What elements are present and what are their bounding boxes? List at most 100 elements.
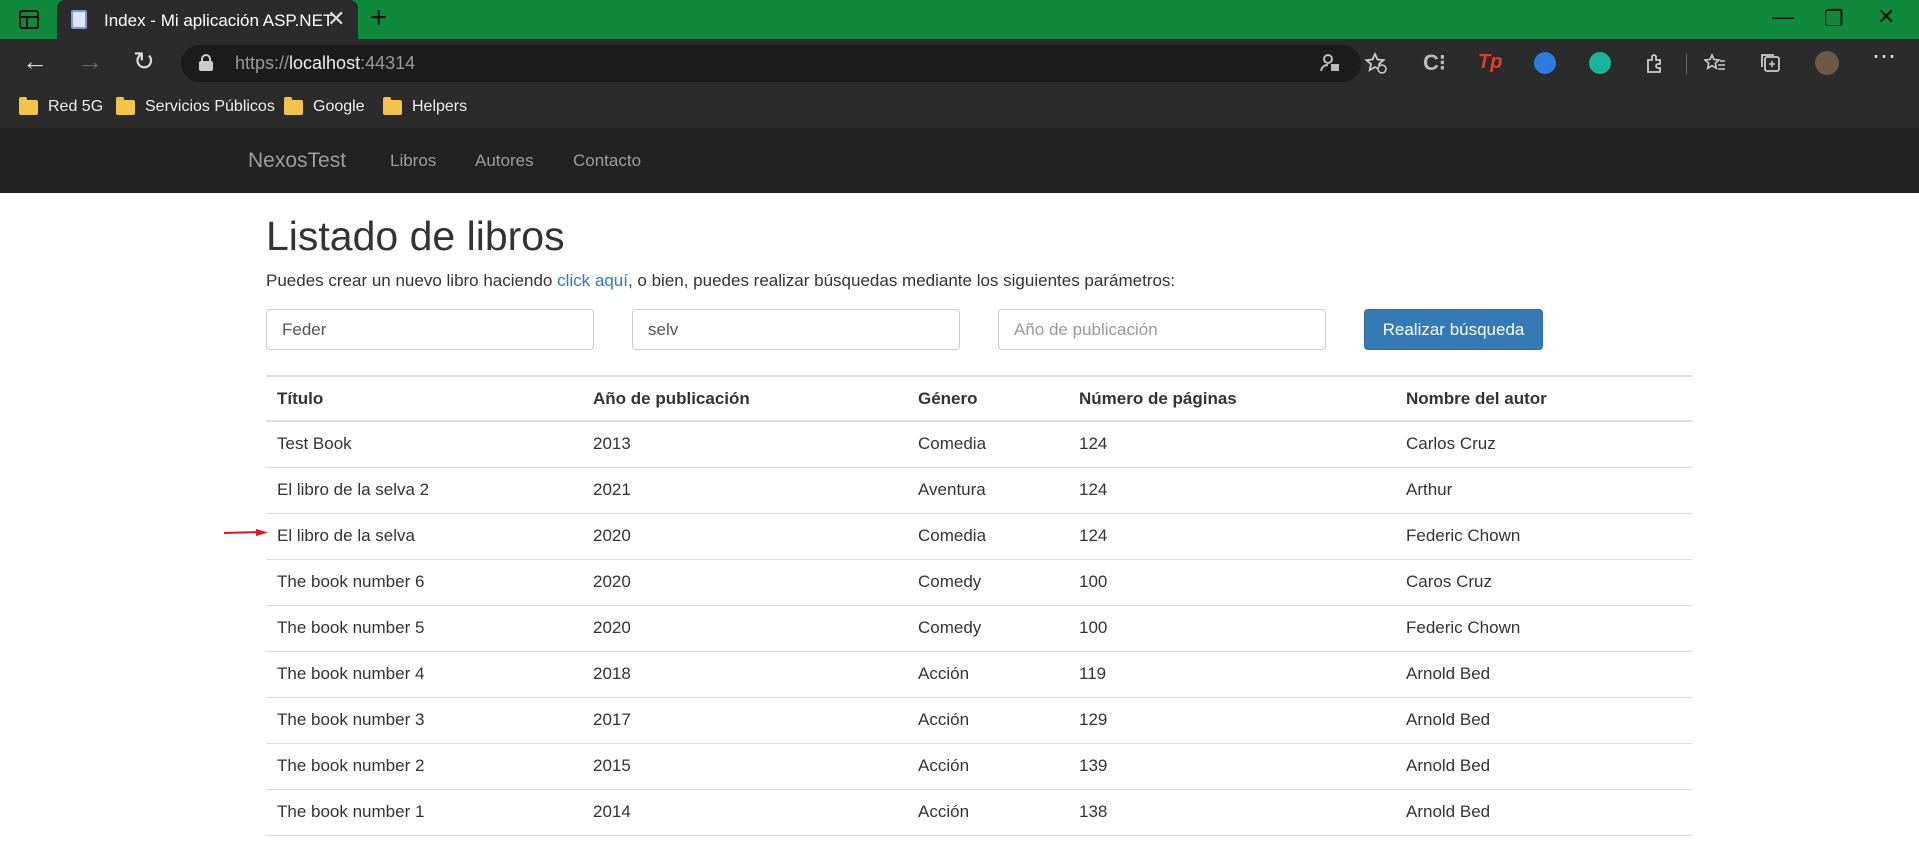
toolbar-divider (1686, 54, 1687, 74)
cell-genre: Acción (907, 651, 1068, 698)
annotation-arrow-icon (224, 529, 268, 536)
cell-author: Arnold Bed (1395, 789, 1692, 836)
cell-genre: Comedy (907, 605, 1068, 652)
cell-pages: 100 (1068, 559, 1395, 606)
more-options-icon[interactable]: ⋯ (1872, 45, 1896, 69)
url-text[interactable]: https://localhost:44314 (235, 53, 415, 74)
create-book-link[interactable]: click aquí (557, 271, 628, 290)
close-window-icon[interactable]: ✕ (1877, 4, 1895, 30)
page-favicon-icon (71, 10, 87, 29)
table-row: The book number 1 2014 Acción 138 Arnold… (266, 789, 1692, 836)
browser-title-bar: Index - Mi aplicación ASP.NET ✕ + — ❐ ✕ (0, 0, 1919, 39)
cell-genre: Aventura (907, 467, 1068, 514)
folder-icon (116, 96, 135, 115)
new-tab-icon[interactable]: + (370, 3, 388, 33)
intro-text: Puedes crear un nuevo libro haciendo cli… (266, 271, 1176, 290)
cell-genre: Comedia (907, 513, 1068, 560)
cell-genre: Comedy (907, 559, 1068, 606)
profile-avatar[interactable] (1815, 51, 1839, 75)
table-row: El libro de la selva 2 2021 Aventura 124… (266, 467, 1692, 514)
extension-c-icon[interactable]: C⁝ (1423, 50, 1446, 75)
cell-year: 2020 (582, 513, 907, 560)
back-icon[interactable]: ← (22, 48, 48, 74)
cell-year: 2013 (582, 421, 907, 468)
nav-contacto[interactable]: Contacto (573, 151, 641, 171)
add-favorite-icon[interactable] (1365, 52, 1387, 74)
table-row: The book number 2 2015 Acción 139 Arnold… (266, 743, 1692, 790)
cell-author: Caros Cruz (1395, 559, 1692, 606)
cell-author: Arthur (1395, 467, 1692, 514)
cell-year: 2018 (582, 651, 907, 698)
search-button[interactable]: Realizar búsqueda (1364, 309, 1543, 350)
site-brand[interactable]: NexosTest (248, 149, 346, 173)
cell-pages: 139 (1068, 743, 1395, 790)
cell-author: Arnold Bed (1395, 743, 1692, 790)
cell-year: 2021 (582, 467, 907, 514)
minimize-icon[interactable]: — (1772, 4, 1794, 30)
folder-icon (19, 96, 38, 115)
address-bar[interactable]: https://localhost:44314 (181, 45, 1387, 82)
lock-icon[interactable] (199, 54, 213, 71)
table-row: The book number 4 2018 Acción 119 Arnold… (266, 651, 1692, 698)
extension-code-icon[interactable] (1589, 52, 1611, 74)
page-title: Listado de libros (266, 213, 565, 259)
favorites-icon[interactable] (1704, 52, 1726, 74)
table-row: The book number 5 2020 Comedy 100 Federi… (266, 605, 1692, 652)
cell-title: El libro de la selva (266, 513, 582, 560)
nav-libros[interactable]: Libros (390, 151, 436, 171)
extensions-icon[interactable] (1644, 52, 1666, 74)
cell-pages: 119 (1068, 651, 1395, 698)
table-row: The book number 6 2020 Comedy 100 Caros … (266, 559, 1692, 606)
cell-pages: 124 (1068, 421, 1395, 468)
cell-genre: Comedia (907, 421, 1068, 468)
cell-year: 2017 (582, 697, 907, 744)
cell-author: Arnold Bed (1395, 697, 1692, 744)
header-anio: Año de publicación (582, 375, 907, 422)
cell-year: 2015 (582, 743, 907, 790)
books-table: Título Año de publicación Género Número … (266, 375, 1692, 836)
cell-genre: Acción (907, 697, 1068, 744)
cell-author: Federic Chown (1395, 513, 1692, 560)
tab-actions-icon[interactable] (19, 10, 39, 29)
refresh-icon[interactable]: ↻ (133, 48, 155, 74)
restore-icon[interactable]: ❐ (1824, 6, 1844, 32)
extension-tp-icon[interactable]: Tp (1478, 51, 1502, 73)
forward-icon[interactable]: → (77, 48, 103, 74)
cell-title: The book number 1 (266, 789, 582, 836)
header-paginas: Número de páginas (1068, 375, 1395, 422)
cell-pages: 124 (1068, 467, 1395, 514)
bookmark-red-5g[interactable]: Red 5G (19, 95, 103, 119)
cell-title: The book number 6 (266, 559, 582, 606)
cell-pages: 129 (1068, 697, 1395, 744)
cell-author: Carlos Cruz (1395, 421, 1692, 468)
nav-autores[interactable]: Autores (475, 151, 534, 171)
header-titulo: Título (266, 375, 582, 422)
cell-title: Test Book (266, 421, 582, 468)
bookmark-servicios-publicos[interactable]: Servicios Públicos (116, 95, 275, 119)
cell-pages: 138 (1068, 789, 1395, 836)
bookmark-google[interactable]: Google (284, 95, 365, 119)
cell-author: Arnold Bed (1395, 651, 1692, 698)
cell-year: 2014 (582, 789, 907, 836)
tracking-icon[interactable] (1319, 52, 1341, 74)
cell-year: 2020 (582, 559, 907, 606)
cell-title: The book number 2 (266, 743, 582, 790)
collections-icon[interactable] (1760, 52, 1782, 74)
browser-tab-active[interactable]: Index - Mi aplicación ASP.NET ✕ (57, 0, 358, 39)
cell-author: Federic Chown (1395, 605, 1692, 652)
year-search-input[interactable] (998, 309, 1326, 350)
cell-pages: 124 (1068, 513, 1395, 560)
cell-pages: 100 (1068, 605, 1395, 652)
close-tab-icon[interactable]: ✕ (327, 6, 345, 32)
bookmark-helpers[interactable]: Helpers (383, 95, 467, 119)
cell-title: The book number 4 (266, 651, 582, 698)
cell-genre: Acción (907, 743, 1068, 790)
folder-icon (383, 96, 402, 115)
header-genero: Género (907, 375, 1068, 422)
extension-d-icon[interactable] (1534, 52, 1556, 74)
author-search-input[interactable] (266, 309, 594, 350)
table-row: El libro de la selva 2020 Comedia 124 Fe… (266, 513, 1692, 560)
title-search-input[interactable] (632, 309, 960, 350)
tab-title: Index - Mi aplicación ASP.NET (104, 11, 334, 30)
cell-year: 2020 (582, 605, 907, 652)
